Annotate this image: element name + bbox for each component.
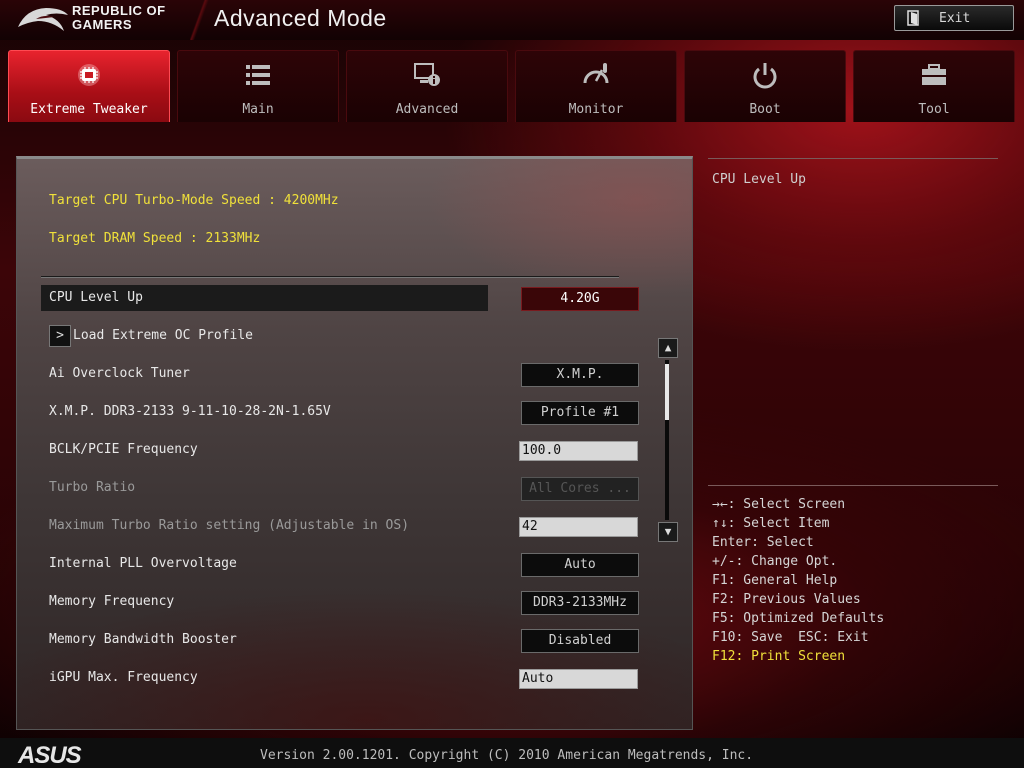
key-hint: ↑↓: Select Item xyxy=(712,516,830,531)
asus-logo: ASUS xyxy=(18,742,82,768)
setting-label: Memory Frequency xyxy=(49,594,175,609)
setting-row-igpu-max-frequency[interactable]: iGPU Max. Frequency Auto xyxy=(41,665,638,691)
setting-row-cpu-level-up[interactable]: CPU Level Up xyxy=(41,285,488,311)
setting-label: Turbo Ratio xyxy=(49,480,136,495)
tab-label: Advanced xyxy=(395,102,459,117)
tab-main[interactable]: Main xyxy=(177,50,339,122)
setting-row-memory-frequency[interactable]: Memory Frequency DDR3-2133MHz xyxy=(41,589,639,615)
help-divider-bottom xyxy=(708,485,998,486)
setting-row-ai-overclock-tuner[interactable]: Ai Overclock Tuner X.M.P. xyxy=(41,361,639,387)
list-icon xyxy=(246,65,270,85)
setting-row-xmp-profile[interactable]: X.M.P. DDR3-2133 9-11-10-28-2N-1.65V Pro… xyxy=(41,399,639,425)
internal-pll-overvoltage-value[interactable]: Auto xyxy=(521,553,639,577)
main-tabs: Extreme Tweaker Main Advanced Monitor Bo… xyxy=(8,50,1016,122)
panel-divider xyxy=(41,276,619,278)
toolbox-icon xyxy=(922,64,946,85)
exit-door-icon xyxy=(907,10,919,26)
key-hint: Enter: Select xyxy=(712,535,814,550)
setting-row-load-extreme-oc-profile[interactable]: > Load Extreme OC Profile xyxy=(41,323,616,349)
tab-tool[interactable]: Tool xyxy=(853,50,1015,122)
header-bar: REPUBLIC OF GAMERS Advanced Mode Exit xyxy=(0,0,1024,40)
memory-bandwidth-booster-value[interactable]: Disabled xyxy=(521,629,639,653)
setting-row-internal-pll-overvoltage[interactable]: Internal PLL Overvoltage Auto xyxy=(41,551,639,577)
tab-label: Tool xyxy=(918,102,950,117)
header-separator xyxy=(190,0,210,40)
key-hint: →←: Select Screen xyxy=(712,497,846,512)
scroll-down-button[interactable]: ▼ xyxy=(658,522,678,542)
key-legend: →←: Select Screen ↑↓: Select Item Enter:… xyxy=(712,495,884,666)
target-dram-speed: Target DRAM Speed : 2133MHz xyxy=(49,231,261,246)
exit-label: Exit xyxy=(939,10,971,26)
setting-row-memory-bandwidth-booster[interactable]: Memory Bandwidth Booster Disabled xyxy=(41,627,639,653)
chevron-right-icon: > xyxy=(49,325,71,347)
tab-label: Extreme Tweaker xyxy=(30,102,148,117)
brand-line-2: GAMERS xyxy=(72,17,133,32)
page-title: Advanced Mode xyxy=(214,5,387,31)
memory-frequency-value[interactable]: DDR3-2133MHz xyxy=(521,591,639,615)
tab-extreme-tweaker[interactable]: Extreme Tweaker xyxy=(8,50,170,122)
key-hint-print-screen: F12: Print Screen xyxy=(712,649,846,664)
turbo-ratio-value: All Cores ... xyxy=(521,477,639,501)
bclk-pcie-frequency-input[interactable]: 100.0 xyxy=(519,441,638,461)
tab-boot[interactable]: Boot xyxy=(684,50,846,122)
version-text: Version 2.00.1201. Copyright (C) 2010 Am… xyxy=(260,748,754,763)
scrollbar-thumb[interactable] xyxy=(665,364,669,420)
key-hint: F1: General Help xyxy=(712,573,838,588)
ai-overclock-tuner-value[interactable]: X.M.P. xyxy=(521,363,639,387)
brand-line-1: REPUBLIC OF xyxy=(72,3,166,18)
rog-eye-icon xyxy=(18,8,68,31)
setting-row-turbo-ratio: Turbo Ratio All Cores ... xyxy=(41,475,639,501)
help-description: CPU Level Up xyxy=(712,172,806,187)
target-cpu-speed: Target CPU Turbo-Mode Speed : 4200MHz xyxy=(49,193,339,208)
xmp-profile-value[interactable]: Profile #1 xyxy=(521,401,639,425)
igpu-max-frequency-input[interactable]: Auto xyxy=(519,669,638,689)
tab-label: Boot xyxy=(749,102,781,117)
cpu-level-up-value[interactable]: 4.20G xyxy=(521,287,639,311)
help-divider-top xyxy=(708,158,998,159)
setting-label: Ai Overclock Tuner xyxy=(49,366,190,381)
tab-label: Monitor xyxy=(568,102,624,117)
key-hint: F5: Optimized Defaults xyxy=(712,611,885,626)
max-turbo-ratio-input[interactable]: 42 xyxy=(519,517,638,537)
settings-panel: Target CPU Turbo-Mode Speed : 4200MHz Ta… xyxy=(16,156,693,730)
setting-label: Maximum Turbo Ratio setting (Adjustable … xyxy=(49,518,410,533)
scroll-up-button[interactable]: ▲ xyxy=(658,338,678,358)
tab-label: Main xyxy=(242,102,274,117)
setting-label: Internal PLL Overvoltage xyxy=(49,556,237,571)
setting-row-bclk-pcie-frequency[interactable]: BCLK/PCIE Frequency 100.0 xyxy=(41,437,638,463)
advanced-settings-icon xyxy=(414,63,440,86)
power-icon xyxy=(753,63,777,89)
key-hint: F10: Save ESC: Exit xyxy=(712,630,869,645)
tab-advanced[interactable]: Advanced xyxy=(346,50,508,122)
setting-label: iGPU Max. Frequency xyxy=(49,670,198,685)
setting-row-max-turbo-ratio[interactable]: Maximum Turbo Ratio setting (Adjustable … xyxy=(41,513,638,539)
setting-label: X.M.P. DDR3-2133 9-11-10-28-2N-1.65V xyxy=(49,404,331,419)
exit-button[interactable]: Exit xyxy=(894,5,1014,31)
setting-label: Memory Bandwidth Booster xyxy=(49,632,237,647)
rog-logo: REPUBLIC OF GAMERS xyxy=(10,2,190,38)
setting-label: CPU Level Up xyxy=(49,290,143,305)
setting-label: Load Extreme OC Profile xyxy=(73,328,254,343)
rog-brand-text: REPUBLIC OF GAMERS xyxy=(72,4,166,32)
cpu-chip-icon xyxy=(78,64,100,86)
gauge-icon xyxy=(583,63,609,84)
key-hint: F2: Previous Values xyxy=(712,592,861,607)
key-hint: +/-: Change Opt. xyxy=(712,554,838,569)
tab-monitor[interactable]: Monitor xyxy=(515,50,677,122)
footer-bar: ASUS Version 2.00.1201. Copyright (C) 20… xyxy=(0,738,1024,768)
setting-label: BCLK/PCIE Frequency xyxy=(49,442,198,457)
